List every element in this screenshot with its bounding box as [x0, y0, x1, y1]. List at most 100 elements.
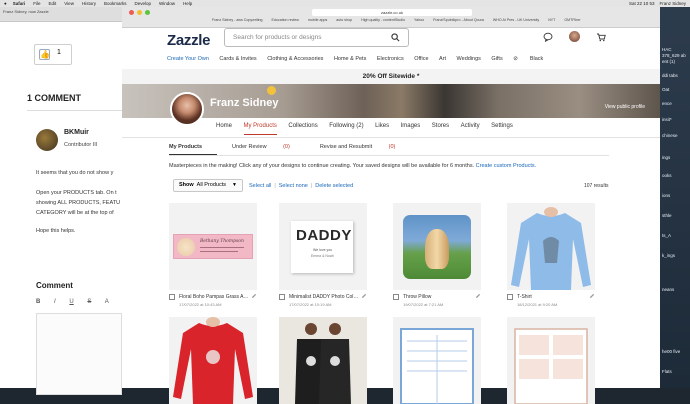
menu-item[interactable]: Edit — [49, 1, 57, 6]
product-checkbox[interactable] — [393, 294, 399, 300]
zazzle-logo[interactable]: Zazzle — [167, 32, 211, 49]
product-checkbox[interactable] — [279, 294, 285, 300]
close-window-button[interactable] — [129, 10, 134, 15]
desktop-file[interactable]: ings — [662, 155, 670, 160]
avatar[interactable] — [36, 129, 58, 151]
nav-weddings[interactable]: Weddings — [457, 56, 481, 62]
subtab-my-products[interactable]: My Products — [169, 144, 218, 155]
tab-my-products[interactable]: My Products — [243, 123, 277, 135]
nav-clothing[interactable]: Clothing & Accessories — [267, 56, 323, 62]
profile-avatar[interactable] — [170, 92, 204, 126]
favorite-link[interactable]: mobile apps — [308, 18, 327, 22]
apple-menu[interactable]: ● — [4, 1, 7, 6]
tab-home[interactable]: Home — [216, 123, 232, 135]
tab-activity[interactable]: Activity — [461, 123, 480, 135]
tab-likes[interactable]: Likes — [375, 123, 389, 135]
desktop-file[interactable]: Oat — [662, 87, 669, 92]
favorite-link[interactable]: GMTFlirer — [564, 18, 580, 22]
product-checkbox[interactable] — [507, 294, 513, 300]
favorite-link[interactable]: auto shop — [336, 18, 352, 22]
kudos-box[interactable]: 👍 1 — [34, 44, 72, 65]
menu-item[interactable]: Window — [159, 1, 175, 6]
product-checkbox[interactable] — [169, 294, 175, 300]
desktop-file[interactable]: ooks — [662, 173, 672, 178]
color-button[interactable]: A — [105, 299, 109, 305]
comment-editor[interactable] — [36, 313, 122, 395]
promo-banner[interactable]: 20% Off Sitewide * — [122, 69, 660, 84]
menu-item[interactable]: History — [82, 1, 96, 6]
desktop-file[interactable]: HAC — [662, 47, 672, 52]
bg-tab-title[interactable]: Franz Sidney, now Zazzle — [3, 9, 49, 14]
address-bar[interactable]: zazzle.co.uk — [312, 9, 472, 16]
comment-author[interactable]: BKMuir — [64, 129, 89, 136]
product-image[interactable] — [507, 203, 595, 290]
select-all-link[interactable]: Select all — [249, 183, 271, 189]
account-avatar[interactable] — [569, 31, 580, 42]
edit-icon[interactable] — [361, 293, 367, 299]
product-image[interactable] — [393, 317, 481, 404]
tab-collections[interactable]: Collections — [288, 123, 317, 135]
favorite-link[interactable]: Franz Sidney - aws Copywriting — [212, 18, 263, 22]
product-image[interactable] — [393, 203, 481, 290]
nav-electronics[interactable]: Electronics — [377, 56, 404, 62]
menu-item[interactable]: Bookmarks — [104, 1, 127, 6]
background-window[interactable]: Franz Sidney, now Zazzle 👍 1 1 COMMENT B… — [0, 7, 122, 395]
nav-create-your-own[interactable]: Create Your Own — [167, 56, 209, 62]
favorite-link[interactable]: NYT — [548, 18, 555, 22]
menubar-user[interactable]: Franz Sidney — [659, 1, 686, 6]
delete-selected-link[interactable]: Delete selected — [315, 183, 353, 189]
desktop-file[interactable]: ddi tabs — [662, 73, 678, 78]
favorite-link[interactable]: Education review — [272, 18, 299, 22]
cart-icon[interactable] — [596, 32, 606, 42]
nav-office[interactable]: Office — [414, 56, 428, 62]
desktop-file[interactable]: k_ings — [662, 253, 675, 258]
thumbs-up-icon[interactable]: 👍 — [39, 49, 50, 60]
product-image[interactable]: DADDY We love you Emma & Noah — [279, 203, 367, 290]
favorite-link[interactable]: WHO AI Pres - UK University — [493, 18, 539, 22]
strike-button[interactable]: S — [87, 299, 91, 305]
nav-black[interactable]: ⊘ Black — [513, 56, 554, 62]
nav-gifts[interactable]: Gifts — [491, 56, 502, 62]
favorite-link[interactable]: Franz/Sputnikpro - About Qoura — [433, 18, 484, 22]
desktop-file[interactable]: sthle — [662, 213, 672, 218]
tab-images[interactable]: Images — [401, 123, 421, 135]
bold-button[interactable]: B — [36, 299, 40, 305]
view-public-profile-link[interactable]: View public profile — [605, 104, 645, 110]
desktop-file[interactable]: ions — [662, 193, 670, 198]
desktop-file[interactable]: insit* — [662, 117, 672, 122]
product-title[interactable]: Floral Boho Pampas Grass Address Label — [179, 294, 249, 300]
search-input[interactable]: Search for products or designs — [224, 28, 409, 47]
tab-stores[interactable]: Stores — [432, 123, 449, 135]
clock[interactable]: Sat 22 10 53 — [629, 1, 655, 6]
tab-following[interactable]: Following (2) — [329, 123, 363, 135]
search-icon[interactable] — [391, 33, 400, 42]
chat-icon[interactable] — [543, 32, 553, 42]
product-image[interactable]: Bethany Thompson — [169, 203, 257, 290]
underline-button[interactable]: U — [69, 299, 73, 305]
edit-icon[interactable] — [589, 293, 595, 299]
select-none-link[interactable]: Select none — [279, 183, 308, 189]
menu-item[interactable]: Develop — [134, 1, 151, 6]
product-title[interactable]: Minimalist DADDY Photo Collage Card — [289, 294, 359, 300]
product-image[interactable] — [279, 317, 367, 404]
product-image[interactable] — [507, 317, 595, 404]
nav-home-pets[interactable]: Home & Pets — [334, 56, 366, 62]
nav-cards-invites[interactable]: Cards & Invites — [219, 56, 256, 62]
desktop-file[interactable]: ent (1) — [662, 59, 675, 64]
menu-app[interactable]: Safari — [13, 1, 26, 6]
product-title[interactable]: T-Shirt — [517, 294, 587, 300]
show-filter-select[interactable]: Show All Products ▼ — [173, 179, 243, 192]
product-title[interactable]: Throw Pillow — [403, 294, 473, 300]
menu-item[interactable]: View — [64, 1, 74, 6]
minimize-window-button[interactable] — [137, 10, 142, 15]
desktop-file[interactable]: neans — [662, 287, 674, 292]
desktop-file[interactable]: chinese — [662, 133, 678, 138]
favorite-link[interactable]: Yahoo — [414, 18, 424, 22]
tab-settings[interactable]: Settings — [491, 123, 513, 135]
menu-item[interactable]: Help — [183, 1, 192, 6]
desktop-file[interactable]: 378_629 ab — [662, 53, 686, 58]
menu-item[interactable]: File — [33, 1, 40, 6]
desktop-file[interactable]: he00 five — [662, 349, 680, 354]
edit-icon[interactable] — [251, 293, 257, 299]
edit-icon[interactable] — [475, 293, 481, 299]
